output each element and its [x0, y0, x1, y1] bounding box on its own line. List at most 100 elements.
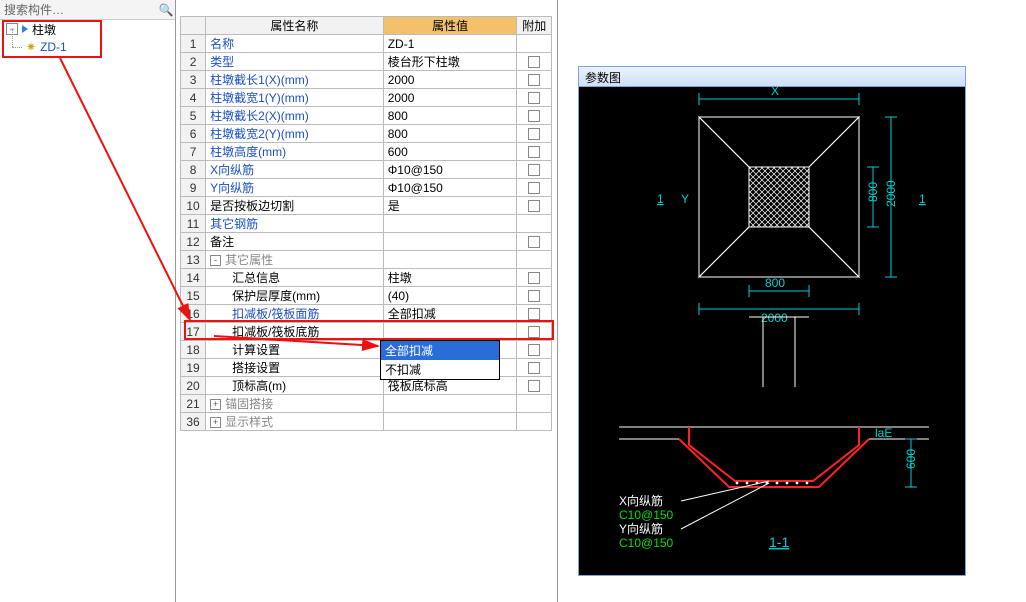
- property-extra[interactable]: [517, 287, 552, 305]
- table-row[interactable]: 36+显示样式: [181, 413, 552, 431]
- checkbox-icon[interactable]: [528, 200, 540, 212]
- property-value[interactable]: 600: [383, 143, 517, 161]
- table-row[interactable]: 16扣减板/筏板面筋全部扣减: [181, 305, 552, 323]
- table-row[interactable]: 11其它钢筋: [181, 215, 552, 233]
- row-number: 16: [181, 305, 206, 323]
- property-name: 扣减板/筏板面筋: [206, 305, 384, 323]
- property-value[interactable]: (40): [383, 287, 517, 305]
- checkbox-icon[interactable]: [528, 362, 540, 374]
- svg-text:800: 800: [765, 276, 785, 290]
- property-extra[interactable]: [517, 125, 552, 143]
- svg-text:Y向纵筋: Y向纵筋: [619, 521, 663, 536]
- property-value[interactable]: 是: [383, 197, 517, 215]
- col-name: 属性名称: [206, 17, 384, 35]
- table-row[interactable]: 7柱墩高度(mm)600: [181, 143, 552, 161]
- property-value[interactable]: [383, 323, 517, 341]
- property-extra[interactable]: [517, 107, 552, 125]
- property-value[interactable]: ZD-1: [383, 35, 517, 53]
- tree-root[interactable]: − 柱墩: [0, 20, 175, 38]
- svg-text:Y: Y: [681, 192, 689, 206]
- checkbox-icon[interactable]: [528, 128, 540, 140]
- table-row[interactable]: 6柱墩截宽2(Y)(mm)800: [181, 125, 552, 143]
- table-row[interactable]: 12备注: [181, 233, 552, 251]
- svg-text:2000: 2000: [761, 311, 788, 325]
- property-extra[interactable]: [517, 251, 552, 269]
- tree-child-zd1[interactable]: ✷ ZD-1: [0, 38, 175, 56]
- table-row[interactable]: 4柱墩截宽1(Y)(mm)2000: [181, 89, 552, 107]
- property-extra[interactable]: [517, 143, 552, 161]
- table-row[interactable]: 3柱墩截长1(X)(mm)2000: [181, 71, 552, 89]
- checkbox-icon[interactable]: [528, 92, 540, 104]
- property-value[interactable]: 棱台形下柱墩: [383, 53, 517, 71]
- checkbox-icon[interactable]: [528, 164, 540, 176]
- checkbox-icon[interactable]: [528, 290, 540, 302]
- table-row[interactable]: 5柱墩截长2(X)(mm)800: [181, 107, 552, 125]
- checkbox-icon[interactable]: [528, 110, 540, 122]
- cad-canvas: X Y 800 2000 800: [579, 87, 965, 575]
- svg-text:1-1: 1-1: [769, 534, 789, 550]
- property-extra[interactable]: [517, 161, 552, 179]
- table-row[interactable]: 21+锚固搭接: [181, 395, 552, 413]
- checkbox-icon[interactable]: [528, 74, 540, 86]
- property-value[interactable]: [383, 215, 517, 233]
- tree-search[interactable]: 搜索构件… 🔍: [0, 0, 175, 20]
- property-extra[interactable]: [517, 359, 552, 377]
- checkbox-icon[interactable]: [528, 56, 540, 68]
- checkbox-icon[interactable]: [528, 308, 540, 320]
- property-value[interactable]: 2000: [383, 89, 517, 107]
- property-value[interactable]: Φ10@150: [383, 179, 517, 197]
- property-extra[interactable]: [517, 53, 552, 71]
- table-row[interactable]: 2类型棱台形下柱墩: [181, 53, 552, 71]
- property-value[interactable]: 全部扣减: [383, 305, 517, 323]
- property-extra[interactable]: [517, 269, 552, 287]
- property-extra[interactable]: [517, 233, 552, 251]
- property-value[interactable]: Φ10@150: [383, 161, 517, 179]
- dropdown-option-1[interactable]: 不扣减: [381, 360, 499, 379]
- dropdown-options[interactable]: 全部扣减 不扣减: [380, 340, 500, 380]
- search-icon[interactable]: 🔍: [157, 3, 175, 17]
- table-row[interactable]: 14汇总信息柱墩: [181, 269, 552, 287]
- property-extra[interactable]: [517, 89, 552, 107]
- row-number: 8: [181, 161, 206, 179]
- property-value[interactable]: 柱墩: [383, 269, 517, 287]
- property-extra[interactable]: [517, 377, 552, 395]
- table-row[interactable]: 15保护层厚度(mm)(40): [181, 287, 552, 305]
- property-value[interactable]: 800: [383, 125, 517, 143]
- table-row[interactable]: 8X向纵筋Φ10@150: [181, 161, 552, 179]
- property-extra[interactable]: [517, 35, 552, 53]
- property-extra[interactable]: [517, 305, 552, 323]
- table-row[interactable]: 17扣减板/筏板底筋: [181, 323, 552, 341]
- table-row[interactable]: 10是否按板边切割是: [181, 197, 552, 215]
- table-row[interactable]: 13-其它属性: [181, 251, 552, 269]
- checkbox-icon[interactable]: [528, 182, 540, 194]
- property-extra[interactable]: [517, 197, 552, 215]
- checkbox-icon[interactable]: [528, 236, 540, 248]
- property-extra[interactable]: [517, 395, 552, 413]
- property-name: 搭接设置: [206, 359, 384, 377]
- property-extra[interactable]: [517, 215, 552, 233]
- property-extra[interactable]: [517, 71, 552, 89]
- svg-text:800: 800: [866, 182, 880, 202]
- property-value[interactable]: 2000: [383, 71, 517, 89]
- property-name: +锚固搭接: [206, 395, 384, 413]
- svg-text:laE: laE: [875, 426, 892, 440]
- property-name: -其它属性: [206, 251, 384, 269]
- dropdown-option-0[interactable]: 全部扣减: [381, 341, 499, 360]
- checkbox-icon[interactable]: [528, 344, 540, 356]
- property-extra[interactable]: [517, 413, 552, 431]
- checkbox-icon[interactable]: [528, 272, 540, 284]
- checkbox-icon[interactable]: [528, 326, 540, 338]
- property-value[interactable]: 800: [383, 107, 517, 125]
- property-value[interactable]: [383, 395, 517, 413]
- property-extra[interactable]: [517, 341, 552, 359]
- property-extra[interactable]: [517, 179, 552, 197]
- checkbox-icon[interactable]: [528, 146, 540, 158]
- checkbox-icon[interactable]: [528, 380, 540, 392]
- table-row[interactable]: 9Y向纵筋Φ10@150: [181, 179, 552, 197]
- row-number: 3: [181, 71, 206, 89]
- property-value[interactable]: [383, 413, 517, 431]
- property-value[interactable]: [383, 251, 517, 269]
- property-extra[interactable]: [517, 323, 552, 341]
- property-value[interactable]: [383, 233, 517, 251]
- table-row[interactable]: 1名称ZD-1: [181, 35, 552, 53]
